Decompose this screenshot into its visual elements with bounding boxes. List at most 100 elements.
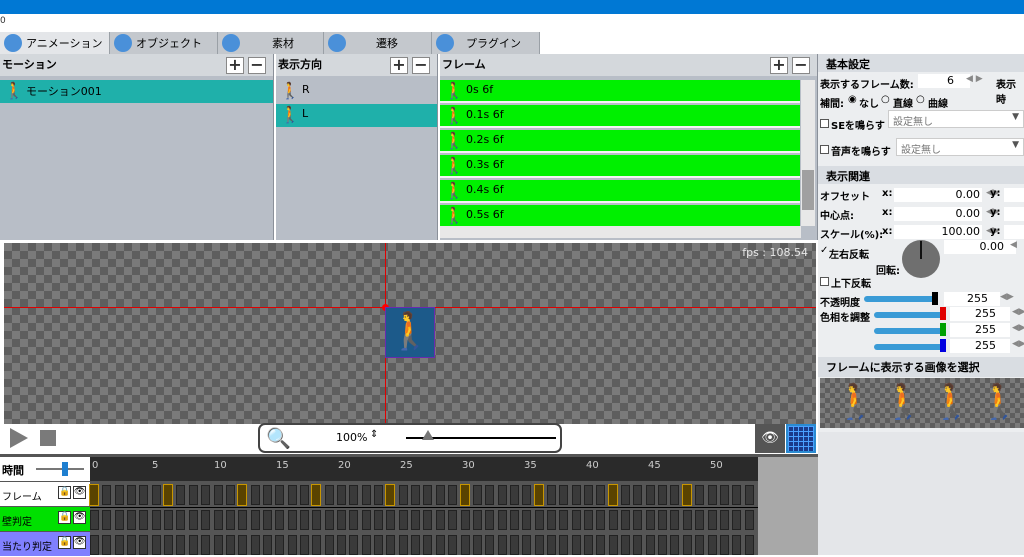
timeline-cell[interactable] (621, 485, 631, 505)
timeline-cell[interactable] (176, 510, 186, 530)
stepper-arrows-icon[interactable]: ◀▶ (1012, 323, 1024, 333)
add-motion-button[interactable]: + (226, 57, 244, 74)
se-checkbox[interactable] (820, 119, 829, 128)
timeline-cell[interactable] (522, 535, 532, 555)
timeline-cell[interactable] (732, 485, 742, 505)
timeline-cell[interactable] (188, 535, 198, 555)
stepper-arrows-icon[interactable]: ◀▶ (1000, 292, 1014, 302)
timeline-cell[interactable] (522, 510, 532, 530)
radio-icon[interactable]: ○ (881, 94, 890, 105)
stepper-arrows-icon[interactable]: ◀▶ (1012, 339, 1024, 349)
timeline-cell[interactable] (238, 535, 248, 555)
timeline-cell[interactable] (435, 485, 445, 505)
keyframe-marker[interactable] (385, 484, 396, 506)
timeline-cell[interactable] (201, 485, 211, 505)
red-slider-thumb[interactable] (940, 307, 946, 320)
timeline-cell[interactable] (559, 510, 569, 530)
timeline-cell[interactable] (571, 535, 581, 555)
keyframe-marker[interactable] (237, 484, 248, 506)
keyframe-marker[interactable] (607, 484, 618, 506)
timeline-cell[interactable] (275, 485, 285, 505)
timeline-cell[interactable] (324, 535, 334, 555)
frame-item[interactable]: 🚶 0.4s 6f (440, 180, 800, 203)
keyframe-marker[interactable] (163, 484, 174, 506)
timeline-cell[interactable] (127, 535, 137, 555)
sprite-thumbnail[interactable]: 🚶 (834, 382, 876, 422)
timeline-cell[interactable] (213, 510, 223, 530)
keyframe-marker[interactable] (89, 484, 99, 506)
timeline-cell[interactable] (460, 535, 470, 555)
timeline-cell[interactable] (485, 535, 495, 555)
tab-transition[interactable]: 遷移 (324, 32, 432, 54)
lock-icon[interactable]: 🔒 (58, 536, 71, 549)
timeline-cell[interactable] (90, 535, 99, 555)
timeline-cell[interactable] (546, 485, 556, 505)
timeline-cell[interactable] (645, 510, 655, 530)
se-select[interactable]: 設定無し ▼ (888, 110, 1024, 128)
timeline-cell[interactable] (546, 510, 556, 530)
timeline-cell[interactable] (262, 485, 272, 505)
green-slider-thumb[interactable] (940, 323, 946, 336)
timeline-cell[interactable] (707, 535, 717, 555)
display-settings-header[interactable]: 表示関連 (818, 166, 1024, 184)
timeline-cell[interactable] (287, 510, 297, 530)
tab-plugin[interactable]: プラグイン (432, 32, 540, 54)
timeline-cell[interactable] (90, 510, 99, 530)
timeline-cell[interactable] (411, 485, 421, 505)
timeline-cell[interactable] (374, 535, 384, 555)
stepper-arrows-icon[interactable]: ◀ ▶ (966, 74, 983, 84)
radio-icon[interactable]: ○ (916, 94, 925, 105)
stepper-arrows-icon[interactable]: ◀ (1010, 240, 1017, 250)
blue-slider-thumb[interactable] (940, 339, 946, 352)
timeline-cell[interactable] (522, 485, 532, 505)
stepper-arrows-icon[interactable]: ◀▶ (1012, 307, 1024, 317)
scale-y-input[interactable] (1004, 225, 1024, 239)
checkmark-icon[interactable]: ✓ (820, 245, 828, 256)
timeline-cell[interactable] (238, 510, 248, 530)
frame-track-cells[interactable] (89, 482, 758, 507)
timeline-cell[interactable] (176, 535, 186, 555)
red-slider[interactable] (874, 312, 944, 318)
timeline-cell[interactable] (398, 510, 408, 530)
timeline-cell[interactable] (460, 510, 470, 530)
timeline-cell[interactable] (719, 535, 729, 555)
timeline-cell[interactable] (225, 535, 235, 555)
timeline-cell[interactable] (188, 510, 198, 530)
timeline-cell[interactable] (645, 485, 655, 505)
track-hit[interactable]: 当たり判定 🔒 👁 (0, 532, 90, 556)
flip-v-checkbox[interactable] (820, 277, 829, 286)
timeline-cell[interactable] (151, 485, 161, 505)
timeline-cell[interactable] (164, 535, 174, 555)
timeline-cell[interactable] (299, 510, 309, 530)
timeline-cell[interactable] (448, 485, 458, 505)
timeline-cell[interactable] (374, 485, 384, 505)
timeline-cell[interactable] (324, 510, 334, 530)
timeline-cell[interactable] (423, 485, 433, 505)
timeline-cell[interactable] (658, 510, 668, 530)
timeline-cell[interactable] (584, 535, 593, 555)
timeline-cell[interactable] (472, 535, 482, 555)
timeline-cell[interactable] (695, 535, 705, 555)
blue-slider[interactable] (874, 344, 944, 350)
timeline-cell[interactable] (596, 510, 606, 530)
remove-frame-button[interactable]: − (792, 57, 810, 74)
time-zoom-slider[interactable] (36, 468, 84, 470)
vscroll-thumb[interactable] (802, 170, 814, 210)
zoom-value[interactable]: 100% (336, 431, 367, 444)
zoom-spinner-icon[interactable]: ⇕ (370, 429, 378, 440)
timeline-ruler[interactable]: 0 5 10 15 20 25 30 35 40 45 50 (90, 457, 758, 481)
preview-canvas[interactable]: 🚶 fps : 108.54 (4, 243, 816, 424)
play-button[interactable] (10, 428, 28, 448)
timeline-cell[interactable] (608, 510, 618, 530)
timeline-cell[interactable] (164, 510, 174, 530)
sprite-thumbnail[interactable]: 🚶 (930, 382, 972, 422)
timeline-cell[interactable] (571, 510, 581, 530)
center-y-input[interactable] (1004, 207, 1024, 221)
flip-h-label[interactable]: 左右反転 (829, 246, 869, 261)
timeline-cell[interactable] (435, 510, 445, 530)
timeline-cell[interactable] (349, 535, 359, 555)
sprite-thumbnail[interactable]: 🚶 (882, 382, 924, 422)
timeline-cell[interactable] (497, 535, 507, 555)
frame-item[interactable]: 🚶 0.3s 6f (440, 155, 800, 178)
timeline-cell[interactable] (509, 510, 519, 530)
